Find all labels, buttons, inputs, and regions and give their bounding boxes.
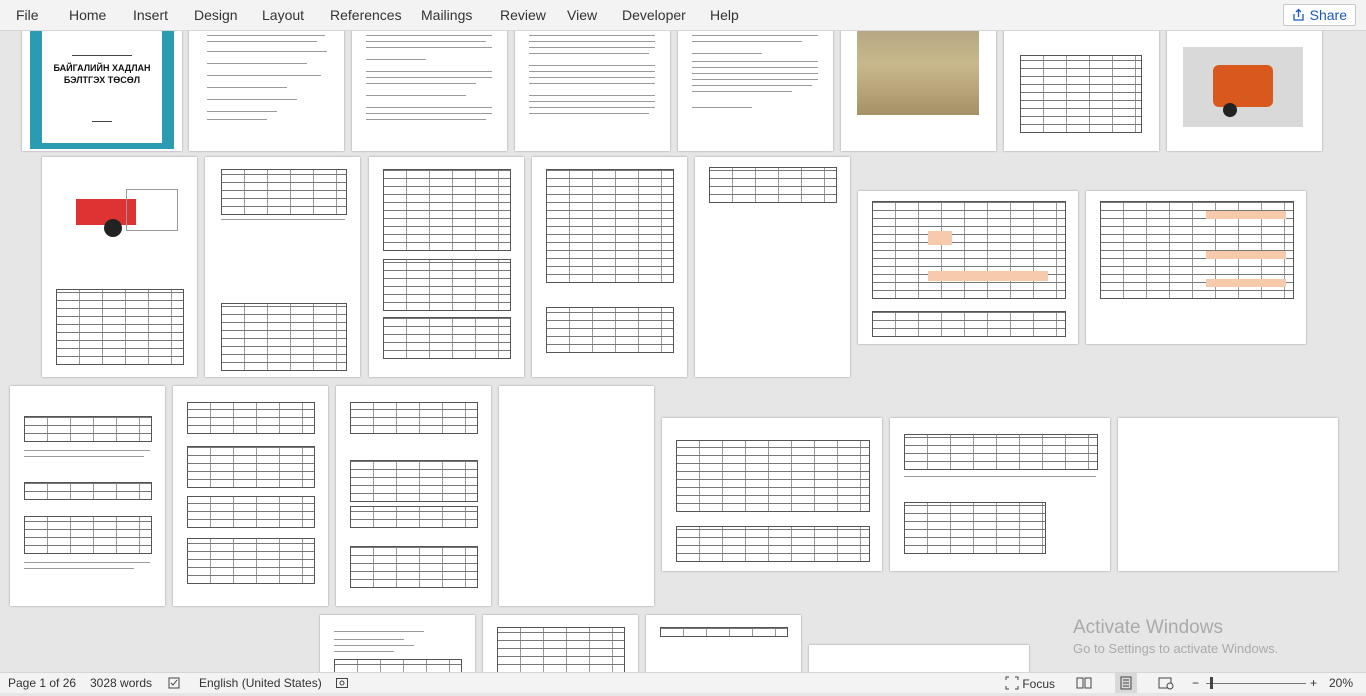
- cover-title-line1: БАЙГАЛИЙН ХАДЛАН: [53, 63, 151, 73]
- ribbon-tab-bar: File Home Insert Design Layout Reference…: [0, 0, 1366, 31]
- document-page[interactable]: [841, 31, 996, 151]
- document-page[interactable]: [695, 157, 850, 377]
- cover-title-line2: БЭЛТГЭХ ТӨСӨЛ: [63, 75, 141, 85]
- watermark-line1: Activate Windows: [1073, 617, 1223, 638]
- table: [383, 259, 511, 311]
- focus-icon: [1005, 676, 1019, 690]
- table: [24, 416, 152, 442]
- mower-image: [56, 169, 182, 249]
- document-page[interactable]: [662, 418, 882, 571]
- document-page[interactable]: [890, 418, 1110, 571]
- table: [350, 506, 478, 528]
- document-page[interactable]: [1167, 31, 1322, 151]
- table: [872, 311, 1066, 337]
- language-indicator[interactable]: English (United States): [199, 676, 322, 690]
- tab-file[interactable]: File: [16, 7, 39, 23]
- document-page[interactable]: [532, 157, 687, 377]
- table: [350, 460, 478, 502]
- table: [221, 169, 347, 215]
- document-page[interactable]: [173, 386, 328, 606]
- word-count[interactable]: 3028 words: [90, 676, 152, 690]
- zoom-slider-track[interactable]: [1206, 683, 1306, 684]
- tab-review[interactable]: Review: [500, 7, 546, 23]
- document-page[interactable]: [1086, 191, 1306, 344]
- proofing-icon[interactable]: [168, 676, 182, 693]
- web-layout-icon[interactable]: [1158, 676, 1174, 693]
- table: [546, 307, 674, 353]
- table: [676, 440, 870, 512]
- table: [24, 482, 152, 500]
- document-page[interactable]: [515, 31, 670, 151]
- document-page[interactable]: [678, 31, 833, 151]
- tab-help[interactable]: Help: [710, 7, 739, 23]
- table: [221, 303, 347, 371]
- zoom-level[interactable]: 20%: [1329, 676, 1353, 690]
- read-mode-icon[interactable]: [1076, 676, 1092, 693]
- document-page[interactable]: [320, 615, 475, 672]
- table: [709, 167, 837, 203]
- zoom-out-button[interactable]: −: [1192, 676, 1199, 690]
- table: [56, 289, 184, 365]
- table: [350, 402, 478, 434]
- table: [334, 659, 462, 672]
- document-page[interactable]: [10, 386, 165, 606]
- table: [350, 546, 478, 588]
- tab-mailings[interactable]: Mailings: [421, 7, 472, 23]
- cover-panel: [42, 31, 162, 143]
- document-page[interactable]: БАЙГАЛИЙН ХАДЛАН БЭЛТГЭХ ТӨСӨЛ: [22, 31, 182, 151]
- accessibility-icon[interactable]: [335, 676, 349, 693]
- table: [187, 538, 315, 584]
- document-page[interactable]: [189, 31, 344, 151]
- page-count[interactable]: Page 1 of 26: [8, 676, 76, 690]
- status-bar: Page 1 of 26 3028 words English (United …: [0, 672, 1366, 693]
- table: [497, 627, 625, 672]
- zoom-in-button[interactable]: +: [1310, 676, 1317, 690]
- print-layout-icon[interactable]: [1115, 673, 1137, 693]
- zoom-slider-thumb[interactable]: [1210, 677, 1213, 689]
- document-page[interactable]: [646, 615, 801, 672]
- table: [187, 446, 315, 488]
- activation-watermark: Activate Windows Go to Settings to activ…: [1073, 617, 1278, 656]
- document-page[interactable]: [205, 157, 360, 377]
- tab-developer[interactable]: Developer: [622, 7, 686, 23]
- hayfield-image: [857, 31, 979, 115]
- focus-mode-button[interactable]: Focus: [1005, 676, 1055, 691]
- tab-insert[interactable]: Insert: [133, 7, 168, 23]
- table: [904, 502, 1046, 554]
- tab-view[interactable]: View: [567, 7, 597, 23]
- table: [187, 496, 315, 528]
- document-page[interactable]: [1004, 31, 1159, 151]
- table: [24, 516, 152, 554]
- document-page[interactable]: [352, 31, 507, 151]
- document-page[interactable]: [42, 157, 197, 377]
- table: [904, 434, 1098, 470]
- document-page[interactable]: [499, 386, 654, 606]
- document-page[interactable]: [369, 157, 524, 377]
- document-page[interactable]: [809, 645, 1029, 672]
- table: [676, 526, 870, 562]
- tab-references[interactable]: References: [330, 7, 402, 23]
- table: [383, 317, 511, 359]
- baler-image: [1183, 47, 1303, 127]
- table: [546, 169, 674, 283]
- document-page[interactable]: [858, 191, 1078, 344]
- table: [872, 201, 1066, 299]
- share-icon: [1292, 8, 1304, 21]
- focus-label: Focus: [1022, 677, 1056, 691]
- table: [660, 627, 788, 637]
- document-page[interactable]: [483, 615, 638, 672]
- share-label: Share: [1309, 7, 1347, 23]
- tab-home[interactable]: Home: [69, 7, 106, 23]
- document-page[interactable]: [336, 386, 491, 606]
- table: [1020, 55, 1142, 133]
- tab-layout[interactable]: Layout: [262, 7, 304, 23]
- share-button[interactable]: Share: [1282, 4, 1356, 26]
- table: [187, 402, 315, 434]
- watermark-line2: Go to Settings to activate Windows.: [1073, 641, 1279, 656]
- tab-design[interactable]: Design: [194, 7, 238, 23]
- document-page[interactable]: [1118, 418, 1338, 571]
- document-canvas[interactable]: БАЙГАЛИЙН ХАДЛАН БЭЛТГЭХ ТӨСӨЛ: [0, 31, 1366, 672]
- table: [383, 169, 511, 251]
